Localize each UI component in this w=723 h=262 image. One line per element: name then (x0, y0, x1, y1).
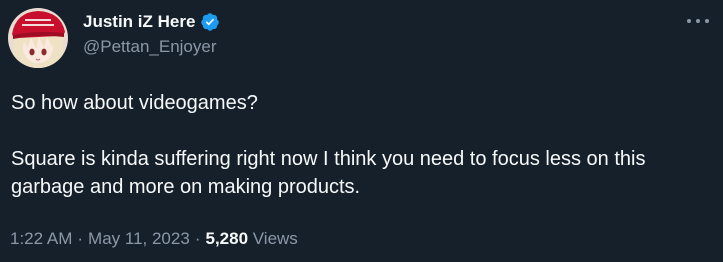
tweet-paragraph: So how about videogames? (11, 92, 258, 114)
tweet-text: So how about videogames? Square is kinda… (11, 89, 711, 201)
more-dot (696, 19, 700, 23)
separator: · (194, 229, 201, 248)
views-count: 5,280 (205, 229, 249, 248)
tweet-date: May 11, 2023 (88, 229, 190, 248)
avatar-image (8, 8, 68, 68)
more-dot (687, 19, 691, 23)
tweet-time[interactable]: 1:22 AM · May 11, 2023 (10, 229, 190, 248)
tweet-meta: 1:22 AM · May 11, 2023 · 5,280 Views (10, 229, 298, 249)
more-dot (705, 19, 709, 23)
more-horizontal-icon[interactable] (687, 14, 709, 28)
tweet-paragraph: Square is kinda suffering right now I th… (11, 148, 646, 198)
tweet-time-text: 1:22 AM (10, 229, 73, 248)
separator: · (77, 229, 84, 248)
author-handle[interactable]: @Pettan_Enjoyer (83, 37, 217, 57)
author-name-row[interactable]: Justin iZ Here (83, 11, 220, 33)
avatar[interactable] (8, 8, 68, 68)
views-label: Views (252, 229, 298, 248)
tweet-card: Justin iZ Here @Pettan_Enjoyer So how ab… (0, 0, 723, 262)
verified-badge-icon[interactable] (200, 12, 220, 32)
display-name[interactable]: Justin iZ Here (83, 12, 195, 32)
